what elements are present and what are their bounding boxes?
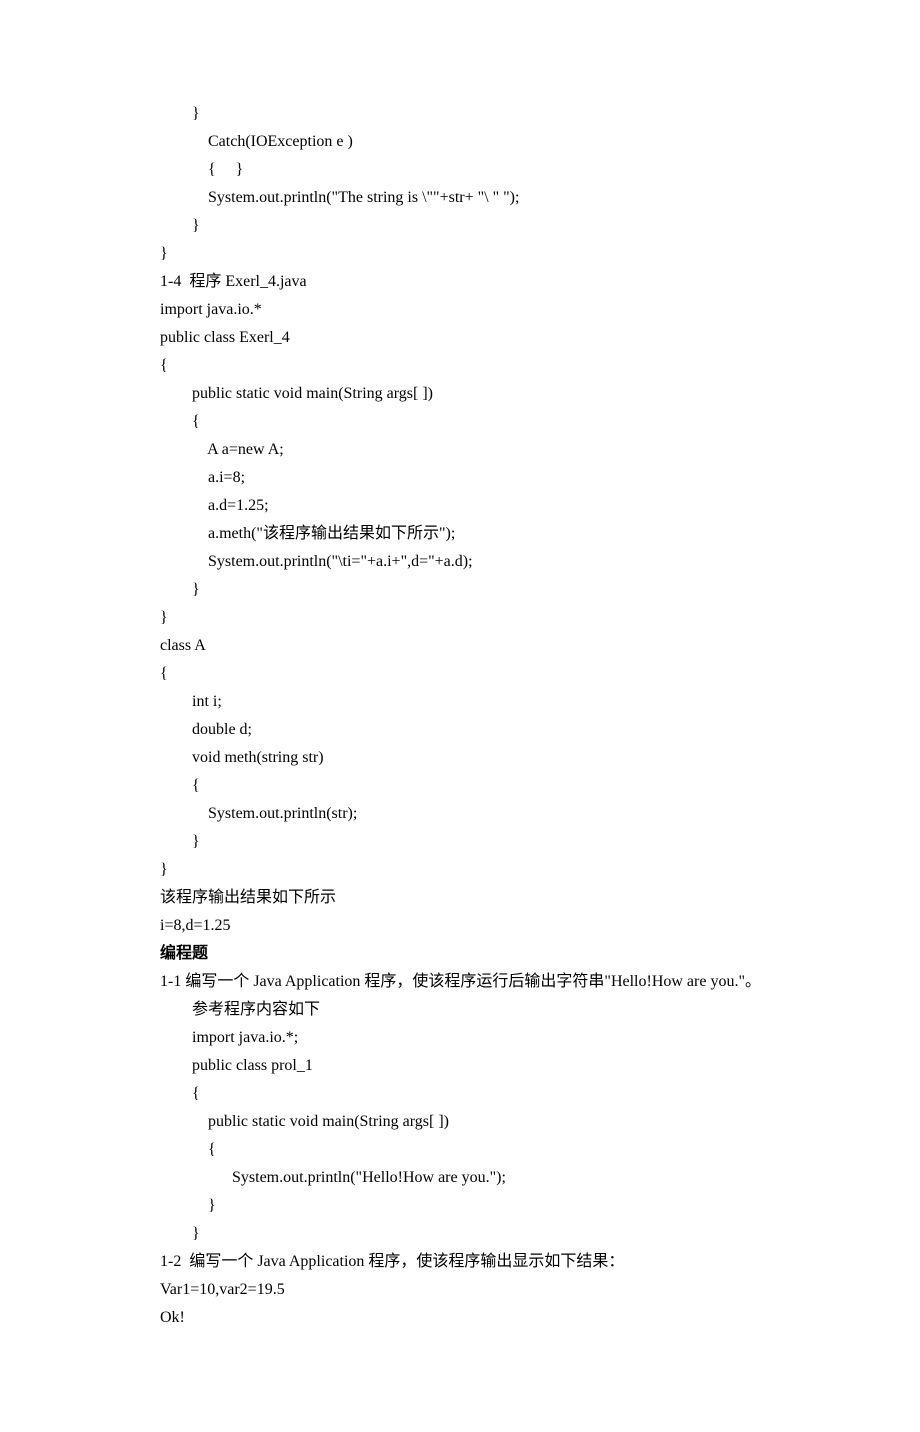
code-line: } bbox=[160, 245, 168, 262]
code-line: } bbox=[160, 217, 200, 234]
code-line: } bbox=[160, 833, 200, 850]
code-line: } bbox=[160, 1197, 216, 1214]
code-line: } bbox=[160, 609, 168, 626]
code-line: class A bbox=[160, 637, 206, 654]
code-line: { bbox=[160, 777, 200, 794]
code-line: } bbox=[160, 1225, 200, 1242]
code-line: A a=new A; bbox=[160, 441, 284, 458]
code-line: int i; bbox=[160, 693, 222, 710]
code-line: public static void main(String args[ ]) bbox=[160, 385, 433, 402]
text-line: 该程序输出结果如下所示 bbox=[160, 889, 336, 906]
code-line: void meth(string str) bbox=[160, 749, 324, 766]
text-line: i=8,d=1.25 bbox=[160, 917, 231, 934]
code-line: import java.io.*; bbox=[160, 1029, 298, 1046]
code-line: { bbox=[160, 665, 168, 682]
code-line: a.meth("该程序输出结果如下所示"); bbox=[160, 525, 455, 542]
code-line: System.out.println("The string is \""+st… bbox=[160, 189, 519, 206]
text-line: 参考程序内容如下 bbox=[160, 1001, 320, 1018]
section-heading: 编程题 bbox=[160, 945, 208, 962]
code-line: public class prol_1 bbox=[160, 1057, 313, 1074]
code-line: double d; bbox=[160, 721, 252, 738]
code-line: System.out.println("\ti="+a.i+",d="+a.d)… bbox=[160, 553, 473, 570]
text-line: Var1=10,var2=19.5 bbox=[160, 1281, 285, 1298]
code-line: public class Exerl_4 bbox=[160, 329, 290, 346]
code-line: { bbox=[160, 413, 200, 430]
document-page: } Catch(IOException e ) { } System.out.p… bbox=[0, 0, 920, 1432]
text-line: 1-4 程序 Exerl_4.java bbox=[160, 273, 307, 290]
code-line: { bbox=[160, 357, 168, 374]
text-line: 1-2 编写一个 Java Application 程序，使该程序输出显示如下结… bbox=[160, 1253, 624, 1270]
code-line: a.d=1.25; bbox=[160, 497, 269, 514]
code-line: Catch(IOException e ) bbox=[160, 133, 353, 150]
code-line: } bbox=[160, 105, 200, 122]
code-line: import java.io.* bbox=[160, 301, 262, 318]
code-line: } bbox=[160, 861, 168, 878]
code-line: { bbox=[160, 1085, 200, 1102]
code-line: } bbox=[160, 581, 200, 598]
code-line: public static void main(String args[ ]) bbox=[160, 1113, 449, 1130]
code-line: a.i=8; bbox=[160, 469, 245, 486]
code-line: System.out.println(str); bbox=[160, 805, 357, 822]
code-line: { } bbox=[160, 161, 243, 178]
code-line: { bbox=[160, 1141, 216, 1158]
text-line: Ok! bbox=[160, 1309, 185, 1326]
code-line: System.out.println("Hello!How are you.")… bbox=[160, 1169, 506, 1186]
text-line: 1-1 编写一个 Java Application 程序，使该程序运行后输出字符… bbox=[160, 973, 761, 990]
